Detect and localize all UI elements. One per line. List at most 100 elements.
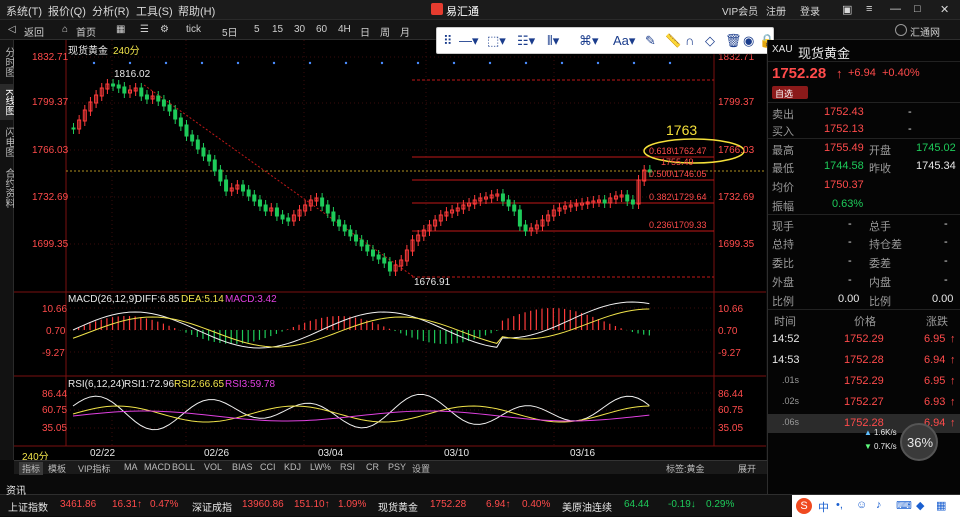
rect-tool-icon[interactable]: ⬚▾: [487, 33, 506, 49]
period-4h[interactable]: 4H: [338, 24, 351, 35]
eraser-icon[interactable]: ◇: [705, 33, 715, 49]
ime-skin-icon[interactable]: ◆: [916, 499, 924, 512]
indicator-tab[interactable]: 指标: [19, 462, 44, 475]
indicator-tab[interactable]: 设置: [412, 462, 430, 475]
menu-quote[interactable]: 报价(Q): [48, 3, 86, 19]
maximize-icon[interactable]: □: [914, 3, 921, 15]
drag-handle-icon[interactable]: ⠿: [443, 33, 453, 49]
text-tool-icon[interactable]: Aa▾: [613, 33, 635, 49]
pattern-tool-icon[interactable]: ⌘▾: [579, 33, 599, 49]
huitong-icon[interactable]: [895, 24, 907, 36]
candle-body: [382, 257, 387, 264]
huitong-link[interactable]: 汇通网: [910, 24, 940, 39]
ime-menu-icon[interactable]: ▦: [936, 499, 946, 512]
period-5[interactable]: 5: [254, 24, 260, 35]
indicator-tab[interactable]: PSY: [388, 462, 406, 472]
indicator-tab[interactable]: VOL: [204, 462, 222, 472]
channel-tool-icon[interactable]: ☷▾: [517, 33, 535, 49]
event-dot: [596, 61, 600, 65]
ticker-name[interactable]: 美原油连续: [562, 499, 612, 514]
settings-icon[interactable]: ⚙: [160, 24, 169, 35]
home-button[interactable]: 首页: [76, 24, 96, 39]
candle-body: [625, 194, 630, 202]
menu-help[interactable]: 帮助(H): [178, 3, 215, 19]
tab-flash[interactable]: 闪电图: [0, 124, 14, 160]
ticker-name[interactable]: 深证成指: [192, 499, 232, 514]
eye-icon[interactable]: ◉: [743, 33, 754, 49]
ticker-name[interactable]: 现货黄金: [378, 499, 418, 514]
tab-kline[interactable]: K线图: [0, 84, 14, 120]
period-week[interactable]: 周: [380, 24, 390, 39]
watchlist-button[interactable]: 自选: [775, 87, 793, 100]
ime-punct-icon[interactable]: •,: [836, 499, 843, 511]
ime-emoji-icon[interactable]: ☺: [856, 499, 867, 511]
ticker-name[interactable]: 上证指数: [8, 499, 48, 514]
pen-icon[interactable]: ✎: [645, 33, 656, 49]
event-dot: [236, 61, 240, 65]
event-dot: [164, 61, 168, 65]
indicator-tab[interactable]: 模板: [48, 462, 66, 475]
grid-icon[interactable]: ▦: [116, 24, 125, 35]
fib-tool-icon[interactable]: ⦀▾: [547, 33, 559, 49]
trash-icon[interactable]: 🗑: [725, 33, 742, 49]
menu-analysis[interactable]: 分析(R): [92, 3, 129, 19]
candle-body: [342, 224, 347, 232]
macd-axis-label-right: 0.70: [718, 326, 738, 337]
tab-timeshare[interactable]: 分时图: [0, 44, 14, 80]
fib-label-500: 0.500\1746.05: [649, 169, 707, 179]
candle-body: [241, 184, 246, 192]
indicator-tab[interactable]: MA: [124, 462, 138, 472]
menu-icon[interactable]: ≡: [866, 3, 872, 15]
info-link[interactable]: 资讯: [6, 482, 26, 497]
list-icon[interactable]: ☰: [140, 24, 149, 35]
expand-button[interactable]: 展开: [738, 462, 756, 475]
indicator-tab[interactable]: BIAS: [232, 462, 253, 472]
up-arrow-icon: ↑: [950, 354, 956, 366]
period-tick[interactable]: tick: [186, 24, 201, 35]
indicator-tab[interactable]: CCI: [260, 462, 276, 472]
period-60[interactable]: 60: [316, 24, 327, 35]
menu-tools[interactable]: 工具(S): [136, 3, 173, 19]
indicator-tab[interactable]: CR: [366, 462, 379, 472]
ime-chinese-icon[interactable]: 中: [818, 499, 829, 515]
indicator-tab[interactable]: LW%: [310, 462, 331, 472]
period-day[interactable]: 日: [360, 24, 370, 39]
indicator-tab[interactable]: VIP指标: [78, 462, 111, 475]
indicator-tab[interactable]: KDJ: [284, 462, 301, 472]
chart-area[interactable]: 现货黄金 240分 1832.71 1799.37 1766.03 1732.6…: [14, 40, 766, 463]
home-icon[interactable]: ⌂: [62, 24, 68, 35]
menu-system[interactable]: 系统(T): [6, 3, 42, 19]
status-bar: 资讯 上证指数 3461.86 16.31↑ 0.47% 深证成指 13960.…: [0, 486, 960, 517]
period-month[interactable]: 月: [400, 24, 410, 39]
event-dot: [668, 61, 672, 65]
arrow-left-icon[interactable]: ◁: [8, 24, 16, 35]
period-5day[interactable]: 5日: [222, 24, 238, 39]
price-axis-label: 1766.03: [32, 145, 69, 156]
vip-link[interactable]: VIP会员: [722, 3, 758, 18]
period-15[interactable]: 15: [272, 24, 283, 35]
back-button[interactable]: 返回: [24, 24, 44, 39]
period-30[interactable]: 30: [294, 24, 305, 35]
tab-contract[interactable]: 合约资料: [0, 164, 14, 212]
close-icon[interactable]: ✕: [940, 3, 949, 16]
login-link[interactable]: 登录: [800, 3, 820, 18]
indicator-tab[interactable]: BOLL: [172, 462, 195, 472]
ruler-icon[interactable]: 📏: [665, 33, 681, 49]
indicator-tab[interactable]: MACD: [144, 462, 171, 472]
line-tool-icon[interactable]: —▾: [459, 33, 479, 49]
rsi3-value: RSI3:59.78: [225, 379, 276, 390]
ime-logo-icon[interactable]: S: [796, 498, 812, 514]
ticker-pct: 0.40%: [522, 499, 551, 510]
minimize-icon[interactable]: —: [890, 3, 901, 15]
register-link[interactable]: 注册: [766, 3, 786, 18]
indicator-tab[interactable]: RSI: [340, 462, 355, 472]
magnet-icon[interactable]: ∩: [685, 33, 694, 49]
skin-icon[interactable]: ▣: [842, 3, 852, 16]
candle-body: [116, 84, 121, 89]
kline-chart[interactable]: [14, 40, 766, 460]
candle-body: [320, 197, 325, 207]
event-dot: [128, 61, 132, 65]
ime-mic-icon[interactable]: ♪: [876, 499, 882, 511]
candle-body: [506, 199, 511, 207]
ime-keyboard-icon[interactable]: ⌨: [896, 499, 912, 512]
